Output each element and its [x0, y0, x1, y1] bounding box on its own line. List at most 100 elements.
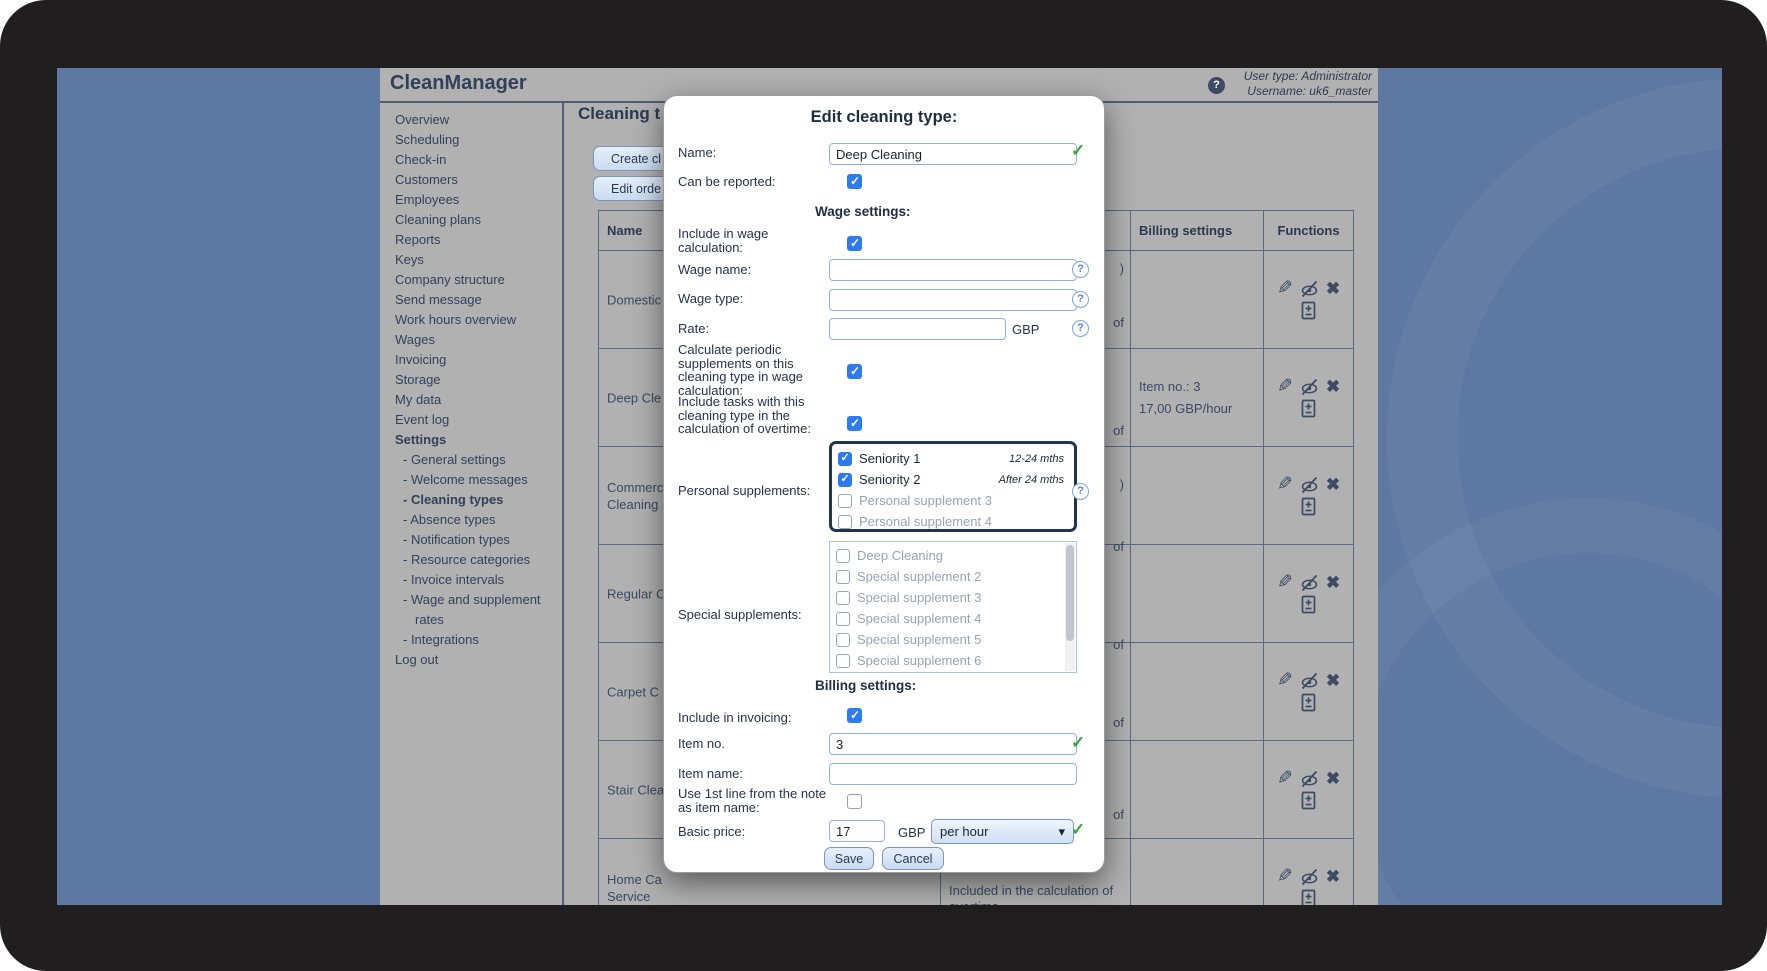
copy-amount-icon[interactable]	[1300, 791, 1317, 810]
rate-input[interactable]	[829, 318, 1006, 340]
wage-name-input[interactable]	[829, 259, 1077, 281]
sidebar-item-general-settings[interactable]: - General settings	[395, 450, 575, 470]
sidebar-item-absence-types[interactable]: - Absence types	[395, 510, 575, 530]
sidebar-item-reports[interactable]: Reports	[395, 230, 575, 250]
supplement-checkbox[interactable]	[836, 549, 850, 563]
supplement-item-deep-cleaning[interactable]: Deep Cleaning	[836, 545, 1070, 566]
delete-icon[interactable]: ✖	[1326, 280, 1340, 298]
can-be-reported-checkbox[interactable]	[847, 174, 862, 189]
supplement-checkbox[interactable]	[836, 612, 850, 626]
copy-amount-icon[interactable]	[1300, 399, 1317, 418]
hide-eye-slash-icon[interactable]	[1299, 377, 1320, 397]
copy-amount-icon[interactable]	[1300, 693, 1317, 712]
help-icon[interactable]: ?	[1208, 77, 1225, 94]
supplement-item-special-supplement-3[interactable]: Special supplement 3	[836, 587, 1070, 608]
sidebar-item-employees[interactable]: Employees	[395, 190, 575, 210]
sidebar-item-send-message[interactable]: Send message	[395, 290, 575, 310]
edit-icon[interactable]: ✎	[1277, 378, 1293, 396]
supplement-checkbox[interactable]	[836, 654, 850, 668]
supplement-label: Special supplement 5	[857, 632, 981, 647]
include-tasks-checkbox[interactable]	[847, 416, 862, 431]
sidebar-item-customers[interactable]: Customers	[395, 170, 575, 190]
sidebar-item-integrations[interactable]: - Integrations	[395, 630, 575, 650]
hide-eye-slash-icon[interactable]	[1299, 475, 1320, 495]
sidebar-item-my-data[interactable]: My data	[395, 390, 575, 410]
edit-icon[interactable]: ✎	[1277, 770, 1293, 788]
sidebar-item-settings[interactable]: Settings	[395, 430, 575, 450]
wage-name-help-icon[interactable]: ?	[1072, 261, 1089, 278]
supplement-item-personal-supplement-3[interactable]: Personal supplement 3	[838, 490, 1068, 511]
cancel-button[interactable]: Cancel	[882, 847, 944, 870]
hide-eye-slash-icon[interactable]	[1299, 279, 1320, 299]
delete-icon[interactable]: ✖	[1326, 868, 1340, 886]
supplement-item-personal-supplement-4[interactable]: Personal supplement 4	[838, 511, 1068, 532]
include-wage-checkbox[interactable]	[847, 236, 862, 251]
supplement-checkbox[interactable]	[836, 633, 850, 647]
sidebar-item-overview[interactable]: Overview	[395, 110, 575, 130]
supplement-checkbox[interactable]	[836, 570, 850, 584]
edit-icon[interactable]: ✎	[1277, 280, 1293, 298]
sidebar-item-work-hours-overview[interactable]: Work hours overview	[395, 310, 575, 330]
supplement-item-special-supplement-2[interactable]: Special supplement 2	[836, 566, 1070, 587]
sidebar-item-wages[interactable]: Wages	[395, 330, 575, 350]
edit-icon[interactable]: ✎	[1277, 868, 1293, 886]
delete-icon[interactable]: ✖	[1326, 672, 1340, 690]
sidebar-item-invoice-intervals[interactable]: - Invoice intervals	[395, 570, 575, 590]
sidebar-item-resource-categories[interactable]: - Resource categories	[395, 550, 575, 570]
sidebar-item-scheduling[interactable]: Scheduling	[395, 130, 575, 150]
wage-type-input[interactable]	[829, 289, 1077, 311]
supplement-checkbox[interactable]	[838, 473, 852, 487]
delete-icon[interactable]: ✖	[1326, 476, 1340, 494]
include-invoicing-checkbox[interactable]	[847, 708, 862, 723]
hide-eye-slash-icon[interactable]	[1299, 671, 1320, 691]
copy-amount-icon[interactable]	[1300, 595, 1317, 614]
price-unit-select[interactable]: per hour ▾	[931, 819, 1074, 844]
supplement-item-special-supplement-6[interactable]: Special supplement 6	[836, 650, 1070, 671]
name-input[interactable]	[829, 143, 1077, 165]
billing-settings-cell	[1131, 741, 1264, 838]
sidebar-item-event-log[interactable]: Event log	[395, 410, 575, 430]
supplement-checkbox[interactable]	[838, 452, 852, 466]
supplement-item-seniority-2[interactable]: Seniority 2After 24 mths	[838, 469, 1068, 490]
sidebar-item-storage[interactable]: Storage	[395, 370, 575, 390]
calc-periodic-checkbox[interactable]	[847, 364, 862, 379]
hide-eye-slash-icon[interactable]	[1299, 769, 1320, 789]
sidebar-item-invoicing[interactable]: Invoicing	[395, 350, 575, 370]
copy-amount-icon[interactable]	[1300, 889, 1317, 905]
edit-icon[interactable]: ✎	[1277, 476, 1293, 494]
supplement-item-special-supplement-5[interactable]: Special supplement 5	[836, 629, 1070, 650]
wage-text-fragment: of	[1113, 315, 1124, 330]
copy-amount-icon[interactable]	[1300, 497, 1317, 516]
sidebar-item-check-in[interactable]: Check-in	[395, 150, 575, 170]
supplement-item-seniority-1[interactable]: Seniority 112-24 mths	[838, 448, 1068, 469]
sidebar-item-welcome-messages[interactable]: - Welcome messages	[395, 470, 575, 490]
cleaning-type-name: Carpet C	[607, 683, 669, 700]
sidebar-item-company-structure[interactable]: Company structure	[395, 270, 575, 290]
basic-price-input[interactable]	[829, 820, 885, 842]
sidebar-item-notification-types[interactable]: - Notification types	[395, 530, 575, 550]
use-first-line-checkbox[interactable]	[847, 794, 862, 809]
edit-icon[interactable]: ✎	[1277, 672, 1293, 690]
sidebar-item-log-out[interactable]: Log out	[395, 650, 575, 670]
supplement-item-special-supplement-4[interactable]: Special supplement 4	[836, 608, 1070, 629]
personal-supplements-help-icon[interactable]: ?	[1072, 483, 1089, 500]
wage-type-help-icon[interactable]: ?	[1072, 291, 1089, 308]
sidebar-item-cleaning-types[interactable]: - Cleaning types	[395, 490, 575, 510]
sidebar-item-cleaning-plans[interactable]: Cleaning plans	[395, 210, 575, 230]
supplement-checkbox[interactable]	[838, 494, 852, 508]
delete-icon[interactable]: ✖	[1326, 770, 1340, 788]
delete-icon[interactable]: ✖	[1326, 574, 1340, 592]
edit-icon[interactable]: ✎	[1277, 574, 1293, 592]
item-name-input[interactable]	[829, 763, 1077, 785]
save-button[interactable]: Save	[824, 847, 874, 870]
delete-icon[interactable]: ✖	[1326, 378, 1340, 396]
item-no-input[interactable]	[829, 733, 1077, 755]
copy-amount-icon[interactable]	[1300, 301, 1317, 320]
supplement-checkbox[interactable]	[836, 591, 850, 605]
supplement-checkbox[interactable]	[838, 515, 852, 529]
hide-eye-slash-icon[interactable]	[1299, 573, 1320, 593]
rate-help-icon[interactable]: ?	[1072, 320, 1089, 337]
sidebar-item-wage-and-supplement-rates[interactable]: - Wage and supplement rates	[395, 590, 565, 630]
sidebar-item-keys[interactable]: Keys	[395, 250, 575, 270]
hide-eye-slash-icon[interactable]	[1299, 867, 1320, 887]
